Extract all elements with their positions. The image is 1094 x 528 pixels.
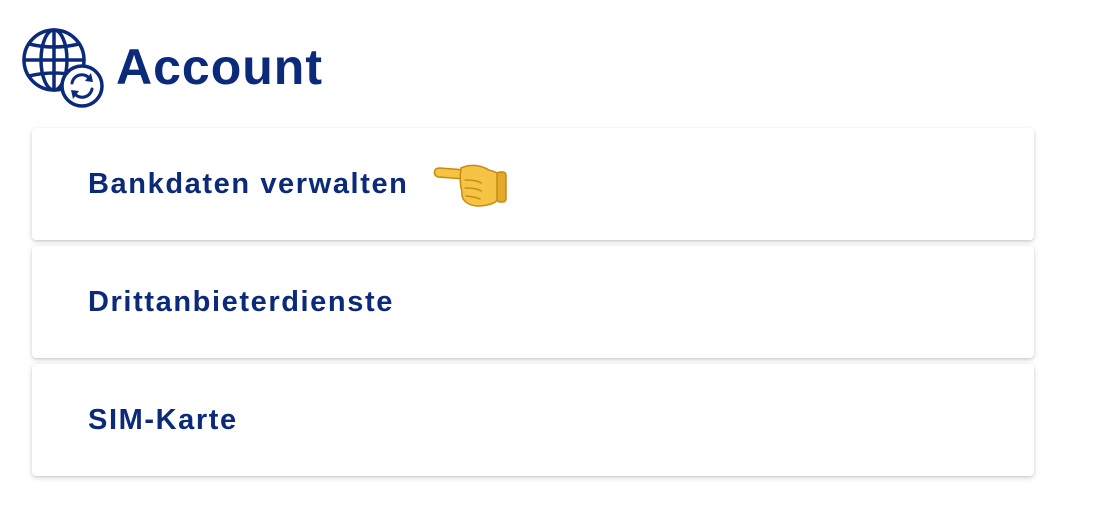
menu-item-sim-karte[interactable]: SIM-Karte <box>32 364 1034 476</box>
pointing-left-hand-icon <box>433 164 507 207</box>
menu-item-label: Bankdaten verwalten <box>88 167 409 200</box>
menu-item-drittanbieterdienste[interactable]: Drittanbieterdienste <box>32 246 1034 358</box>
menu-item-bankdaten[interactable]: Bankdaten verwalten <box>32 128 1034 240</box>
menu-item-label: SIM-Karte <box>88 403 238 436</box>
page-header: Account <box>20 26 323 108</box>
account-menu: Bankdaten verwalten Drittanbieterdienste… <box>32 128 1034 482</box>
menu-item-label: Drittanbieterdienste <box>88 285 394 318</box>
page-title: Account <box>116 39 323 95</box>
globe-sync-icon <box>22 28 104 108</box>
account-page: Account Bankdaten verwalten Drittanbiete… <box>0 0 1094 528</box>
